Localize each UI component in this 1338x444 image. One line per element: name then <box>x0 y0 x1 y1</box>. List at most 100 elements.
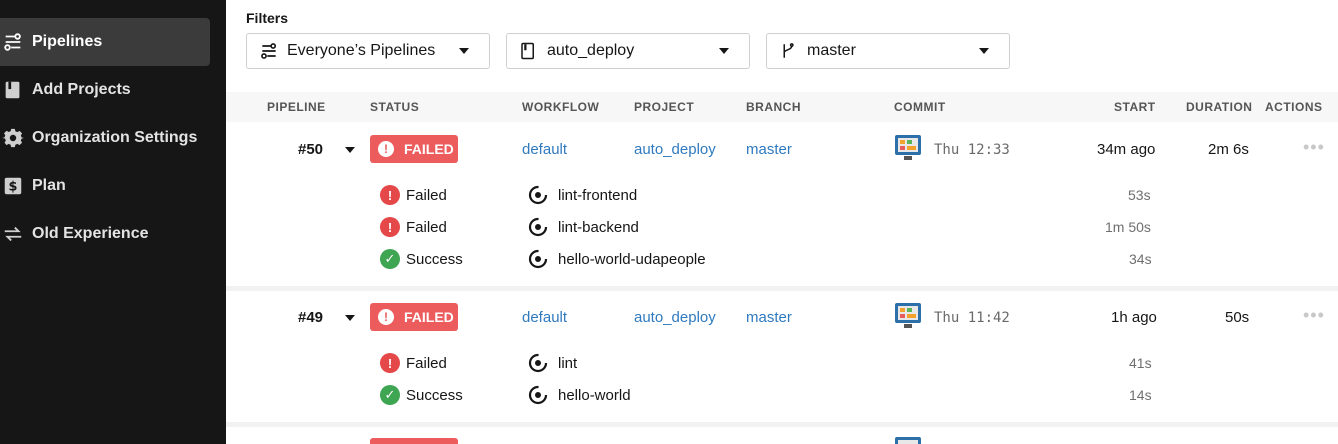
avatar[interactable] <box>894 302 922 330</box>
workflow-link[interactable]: default <box>522 141 567 158</box>
branch-link[interactable]: master <box>746 141 792 158</box>
status-badge[interactable] <box>370 438 458 444</box>
job-duration: 1m 50s <box>1105 219 1151 235</box>
job-status-label: Failed <box>406 218 447 236</box>
gear-icon <box>0 127 32 149</box>
job-name: hello-world-udapeople <box>558 250 706 268</box>
status-badge-label: FAILED <box>404 309 454 325</box>
svg-text:$: $ <box>9 180 18 195</box>
sidebar-item-add-projects[interactable]: Add Projects <box>0 66 210 114</box>
header-start: START <box>1114 100 1156 114</box>
header-duration: DURATION <box>1186 100 1253 114</box>
branch-link[interactable]: master <box>746 309 792 326</box>
select-value: Everyone’s Pipelines <box>287 42 436 59</box>
header-workflow: WORKFLOW <box>522 100 600 114</box>
expand-caret-icon[interactable] <box>345 147 355 153</box>
chevron-down-icon <box>719 48 729 54</box>
job-name: lint-frontend <box>558 186 638 204</box>
start-time: 34m ago <box>1097 141 1156 158</box>
select-value: master <box>807 42 856 59</box>
failed-icon: ! <box>380 353 400 373</box>
row-divider <box>226 286 1338 291</box>
sidebar-item-label: Old Experience <box>32 225 149 242</box>
job-status-label: Success <box>406 386 463 404</box>
avatar[interactable] <box>894 436 922 444</box>
sidebar-item-organization-settings[interactable]: Organization Settings <box>0 114 210 162</box>
more-actions-icon[interactable]: ••• <box>1303 137 1325 158</box>
job-name: lint <box>558 354 578 372</box>
chevron-down-icon <box>979 48 989 54</box>
sidebar-item-pipelines[interactable]: Pipelines <box>0 18 210 66</box>
sidebar-item-label: Pipelines <box>32 33 103 50</box>
start-time: 1h ago <box>1111 309 1157 326</box>
header-status: STATUS <box>370 100 420 114</box>
job-duration: 41s <box>1129 355 1152 371</box>
job-status: ! Failed <box>380 217 447 237</box>
book-icon <box>519 41 541 61</box>
pipelines-filter-select[interactable]: Everyone’s Pipelines <box>246 33 490 69</box>
header-project: PROJECT <box>634 100 695 114</box>
table-header: PIPELINE STATUS WORKFLOW PROJECT BRANCH … <box>226 92 1338 122</box>
sidebar-item-plan[interactable]: $ Plan <box>0 162 210 210</box>
filters-label: Filters <box>246 10 289 26</box>
workflow-link[interactable]: default <box>522 309 567 326</box>
book-icon <box>0 79 32 101</box>
sidebar-item-label: Add Projects <box>32 81 131 98</box>
job-status: ✓ Success <box>380 385 463 405</box>
status-badge[interactable]: ! FAILED <box>370 135 458 163</box>
job-icon <box>528 185 548 205</box>
project-filter-select[interactable]: auto_deploy <box>506 33 750 69</box>
more-actions-icon[interactable]: ••• <box>1303 305 1325 326</box>
expand-caret-icon[interactable] <box>345 315 355 321</box>
alert-icon: ! <box>378 309 394 325</box>
job-icon <box>528 249 548 269</box>
job-status: ✓ Success <box>380 249 463 269</box>
duration: 50s <box>1225 309 1250 326</box>
job-status-label: Failed <box>406 186 447 204</box>
job-icon <box>528 385 548 405</box>
header-actions: ACTIONS <box>1265 100 1323 114</box>
pipeline-number[interactable]: #49 <box>298 309 323 326</box>
job-duration: 14s <box>1129 387 1152 403</box>
branch-filter-select[interactable]: master <box>766 33 1010 69</box>
job-status: ! Failed <box>380 185 447 205</box>
chevron-down-icon <box>459 48 469 54</box>
header-branch: BRANCH <box>746 100 801 114</box>
job-icon <box>528 217 548 237</box>
swap-arrows-icon <box>0 223 32 245</box>
header-pipeline: PIPELINE <box>267 100 326 114</box>
alert-icon: ! <box>378 141 394 157</box>
avatar[interactable] <box>894 134 922 162</box>
failed-icon: ! <box>380 185 400 205</box>
job-name: lint-backend <box>558 218 639 236</box>
job-name: hello-world <box>558 386 631 404</box>
job-duration: 53s <box>1128 187 1151 203</box>
check-icon: ✓ <box>380 385 400 405</box>
pipelines-icon <box>0 31 32 53</box>
job-link[interactable]: lint-backend <box>528 217 639 237</box>
branch-icon <box>779 41 801 61</box>
job-link[interactable]: lint-frontend <box>528 185 637 205</box>
commit-time: Thu 11:42 <box>934 310 1010 326</box>
status-badge-label: FAILED <box>404 141 454 157</box>
job-status-label: Success <box>406 250 463 268</box>
sidebar-item-label: Organization Settings <box>32 129 198 146</box>
main-content: Filters Everyone’s Pipelines auto_deploy… <box>226 0 1338 444</box>
check-icon: ✓ <box>380 249 400 269</box>
job-link[interactable]: hello-world-udapeople <box>528 249 706 269</box>
job-link[interactable]: lint <box>528 353 577 373</box>
commit-time: Thu 12:33 <box>934 142 1010 158</box>
sidebar: Pipelines Add Projects Organization Sett… <box>0 0 226 444</box>
job-duration: 34s <box>1129 251 1152 267</box>
row-divider <box>226 422 1338 427</box>
sidebar-item-old-experience[interactable]: Old Experience <box>0 210 210 258</box>
failed-icon: ! <box>380 217 400 237</box>
project-link[interactable]: auto_deploy <box>634 141 716 158</box>
header-commit: COMMIT <box>894 100 946 114</box>
job-status-label: Failed <box>406 354 447 372</box>
status-badge[interactable]: ! FAILED <box>370 303 458 331</box>
job-link[interactable]: hello-world <box>528 385 631 405</box>
dollar-icon: $ <box>0 175 32 197</box>
project-link[interactable]: auto_deploy <box>634 309 716 326</box>
pipeline-number[interactable]: #50 <box>298 141 323 158</box>
